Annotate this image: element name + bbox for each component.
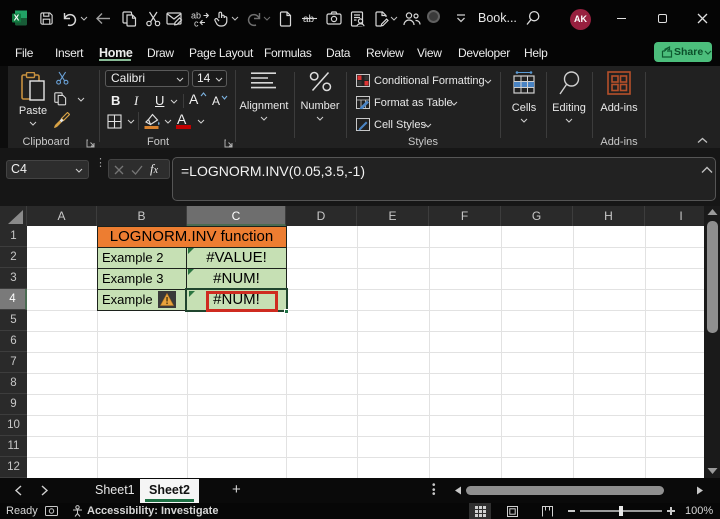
svg-text:X: X [14,13,20,23]
svg-text:ab: ab [303,14,315,25]
svg-text:c: c [194,19,199,28]
